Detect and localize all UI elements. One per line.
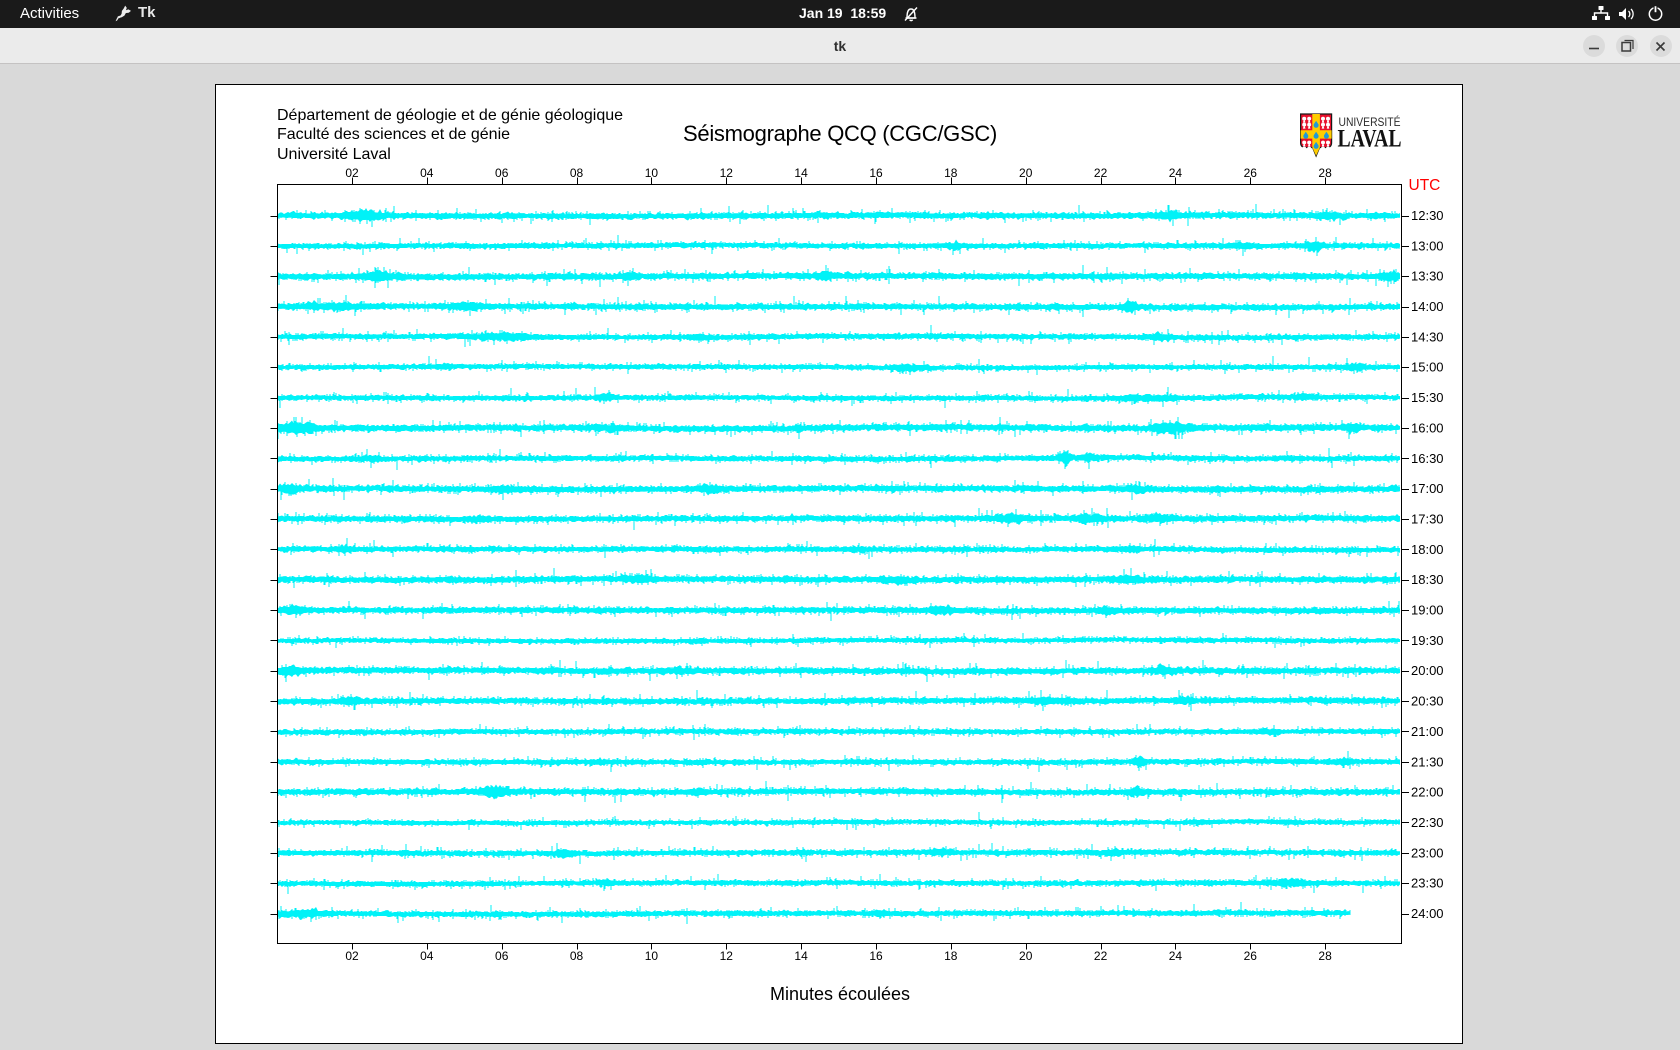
svg-text:18: 18 xyxy=(944,166,958,180)
svg-text:23:00: 23:00 xyxy=(1411,845,1444,860)
svg-text:UTC: UTC xyxy=(1409,177,1441,194)
svg-text:22: 22 xyxy=(1094,166,1108,180)
svg-text:20: 20 xyxy=(1019,949,1033,963)
svg-text:06: 06 xyxy=(495,949,509,963)
svg-text:16: 16 xyxy=(869,949,883,963)
svg-text:28: 28 xyxy=(1318,166,1332,180)
svg-text:16:00: 16:00 xyxy=(1411,420,1444,435)
svg-text:06: 06 xyxy=(495,166,509,180)
svg-text:02: 02 xyxy=(345,949,359,963)
svg-text:18: 18 xyxy=(944,949,958,963)
svg-text:19:30: 19:30 xyxy=(1411,633,1444,648)
svg-text:18:30: 18:30 xyxy=(1411,572,1444,587)
svg-text:26: 26 xyxy=(1244,949,1258,963)
svg-text:22:00: 22:00 xyxy=(1411,785,1444,800)
svg-text:10: 10 xyxy=(645,166,659,180)
svg-text:17:00: 17:00 xyxy=(1411,481,1444,496)
svg-text:24: 24 xyxy=(1169,949,1183,963)
svg-text:22:30: 22:30 xyxy=(1411,815,1444,830)
svg-text:02: 02 xyxy=(345,166,359,180)
svg-text:19:00: 19:00 xyxy=(1411,603,1444,618)
svg-text:13:30: 13:30 xyxy=(1411,269,1444,284)
svg-text:20:00: 20:00 xyxy=(1411,663,1444,678)
svg-text:20:30: 20:30 xyxy=(1411,694,1444,709)
svg-text:15:30: 15:30 xyxy=(1411,390,1444,405)
svg-text:21:00: 21:00 xyxy=(1411,724,1444,739)
svg-text:12:30: 12:30 xyxy=(1411,208,1444,223)
svg-text:24:00: 24:00 xyxy=(1411,906,1444,921)
svg-text:17:30: 17:30 xyxy=(1411,512,1444,527)
svg-text:14:30: 14:30 xyxy=(1411,329,1444,344)
svg-text:13:00: 13:00 xyxy=(1411,238,1444,253)
svg-text:22: 22 xyxy=(1094,949,1108,963)
svg-text:15:00: 15:00 xyxy=(1411,360,1444,375)
svg-text:14: 14 xyxy=(794,949,808,963)
svg-text:24: 24 xyxy=(1169,166,1183,180)
svg-text:10: 10 xyxy=(645,949,659,963)
svg-text:26: 26 xyxy=(1244,166,1258,180)
svg-text:16:30: 16:30 xyxy=(1411,451,1444,466)
svg-text:21:30: 21:30 xyxy=(1411,754,1444,769)
svg-text:14:00: 14:00 xyxy=(1411,299,1444,314)
svg-text:20: 20 xyxy=(1019,166,1033,180)
svg-text:23:30: 23:30 xyxy=(1411,876,1444,891)
svg-text:14: 14 xyxy=(794,166,808,180)
svg-text:04: 04 xyxy=(420,949,434,963)
svg-text:08: 08 xyxy=(570,949,584,963)
svg-text:04: 04 xyxy=(420,166,434,180)
svg-text:18:00: 18:00 xyxy=(1411,542,1444,557)
svg-text:12: 12 xyxy=(720,949,734,963)
svg-text:08: 08 xyxy=(570,166,584,180)
svg-text:12: 12 xyxy=(720,166,734,180)
svg-text:16: 16 xyxy=(869,166,883,180)
svg-text:28: 28 xyxy=(1318,949,1332,963)
